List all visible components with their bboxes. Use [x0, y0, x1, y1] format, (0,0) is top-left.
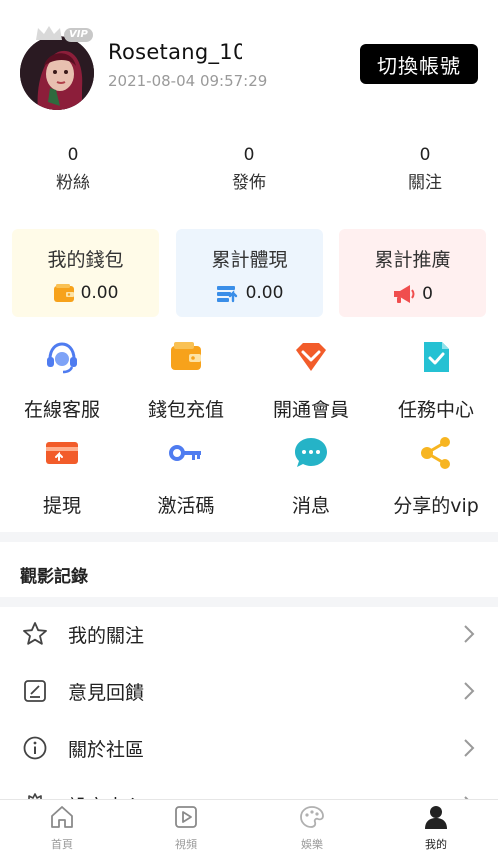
tab-label: 首頁: [51, 838, 73, 851]
tab-entertainment[interactable]: 娛樂: [272, 804, 352, 852]
login-timestamp: 2021-08-04 09:57:29: [108, 72, 268, 90]
card-value: 0.00: [80, 283, 119, 303]
chat-bubble-icon: [295, 438, 327, 467]
stat-posts[interactable]: 0 發佈: [189, 144, 309, 194]
megaphone-icon: [394, 285, 415, 303]
watch-history-title[interactable]: 觀影記錄: [20, 562, 88, 587]
withdraw-stack-icon: [216, 286, 237, 303]
menu-label: 關於社區: [68, 739, 145, 761]
chevron-right-icon: [464, 625, 475, 643]
grid-task-center[interactable]: 任務中心: [374, 337, 498, 422]
stat-fans[interactable]: 0 粉絲: [13, 144, 133, 194]
palette-icon: [300, 806, 324, 828]
wallet-recharge-icon: [171, 342, 201, 370]
stat-value: 0: [67, 145, 79, 165]
card-value-row: 0.00: [176, 283, 323, 303]
card-value-row: 0: [339, 283, 486, 305]
card-value: 0: [422, 284, 433, 304]
section-divider: [0, 597, 498, 607]
menu-my-follows[interactable]: 我的關注: [0, 607, 498, 663]
grid-label: 消息: [291, 495, 330, 517]
grid-open-membership[interactable]: 開通會員: [249, 337, 373, 422]
card-total-withdrawn[interactable]: 累計體現 0.00: [176, 229, 323, 317]
avatar[interactable]: [20, 36, 94, 110]
grid-withdraw[interactable]: 提現: [0, 433, 124, 518]
card-value-row: 0.00: [12, 283, 159, 303]
grid-online-support[interactable]: 在線客服: [0, 337, 124, 422]
grid-label: 錢包充值: [147, 399, 224, 421]
tab-label: 娛樂: [301, 838, 323, 851]
stat-value: 0: [243, 145, 255, 165]
card-my-wallet[interactable]: 我的錢包 0.00: [12, 229, 159, 317]
card-total-promotion[interactable]: 累計推廣 0: [339, 229, 486, 317]
card-title: 我的錢包: [47, 249, 124, 271]
stat-following[interactable]: 0 關注: [365, 144, 485, 194]
menu-feedback[interactable]: 意見回饋: [0, 664, 498, 720]
menu-label: 意見回饋: [68, 682, 145, 704]
stat-label: 粉絲: [56, 173, 90, 193]
wallet-icon: [53, 284, 74, 302]
task-doc-icon: [424, 342, 449, 372]
key-icon: [169, 445, 201, 461]
video-play-icon: [175, 806, 197, 828]
section-divider: [0, 532, 498, 542]
star-icon: [23, 622, 47, 645]
headset-icon: [47, 342, 77, 374]
stat-value: 0: [419, 145, 431, 165]
stats-row: 0 粉絲 0 發佈 0 關注: [0, 144, 498, 204]
grid-messages[interactable]: 消息: [249, 433, 373, 518]
grid-wallet-recharge[interactable]: 錢包充值: [124, 337, 248, 422]
tab-home[interactable]: 首頁: [22, 804, 102, 852]
card-title: 累計體現: [211, 249, 288, 271]
crown-icon: [36, 26, 62, 40]
card-title: 累計推廣: [374, 249, 451, 271]
switch-account-button[interactable]: 切換帳號: [360, 44, 478, 84]
grid-label: 提現: [42, 495, 81, 517]
chevron-right-icon: [464, 682, 475, 700]
bottom-tab-bar: 首頁 視頻 娛樂 我的: [0, 799, 498, 853]
grid-label: 激活碼: [157, 495, 215, 517]
user-icon: [425, 806, 447, 829]
vip-badge: VIP: [64, 28, 93, 42]
tab-video[interactable]: 視頻: [146, 804, 226, 852]
profile-header: VIP Rosetang_106 2021-08-04 09:57:29 切換帳…: [0, 0, 498, 130]
share-icon: [421, 437, 450, 469]
grid-label: 開通會員: [272, 399, 349, 421]
stat-label: 關注: [408, 173, 442, 193]
tab-mine[interactable]: 我的: [396, 804, 476, 852]
home-icon: [51, 806, 73, 828]
menu-about-community[interactable]: 關於社區: [0, 721, 498, 777]
chevron-right-icon: [464, 739, 475, 757]
grid-label: 分享的vip: [393, 495, 479, 517]
stat-label: 發佈: [232, 173, 266, 193]
card-withdraw-icon: [46, 442, 78, 464]
menu-label: 我的關注: [68, 625, 145, 647]
grid-label: 任務中心: [397, 399, 474, 421]
feedback-edit-icon: [24, 680, 46, 702]
avatar-container[interactable]: VIP: [20, 26, 96, 110]
grid-share-vip[interactable]: 分享的vip: [374, 433, 498, 518]
tab-label: 視頻: [175, 838, 197, 851]
info-icon: [23, 736, 47, 760]
diamond-icon: [296, 343, 326, 371]
username: Rosetang_106: [108, 40, 242, 64]
grid-label: 在線客服: [23, 399, 100, 421]
tab-label: 我的: [425, 838, 447, 851]
card-value: 0.00: [245, 283, 284, 303]
grid-activation-code[interactable]: 激活碼: [124, 433, 248, 518]
